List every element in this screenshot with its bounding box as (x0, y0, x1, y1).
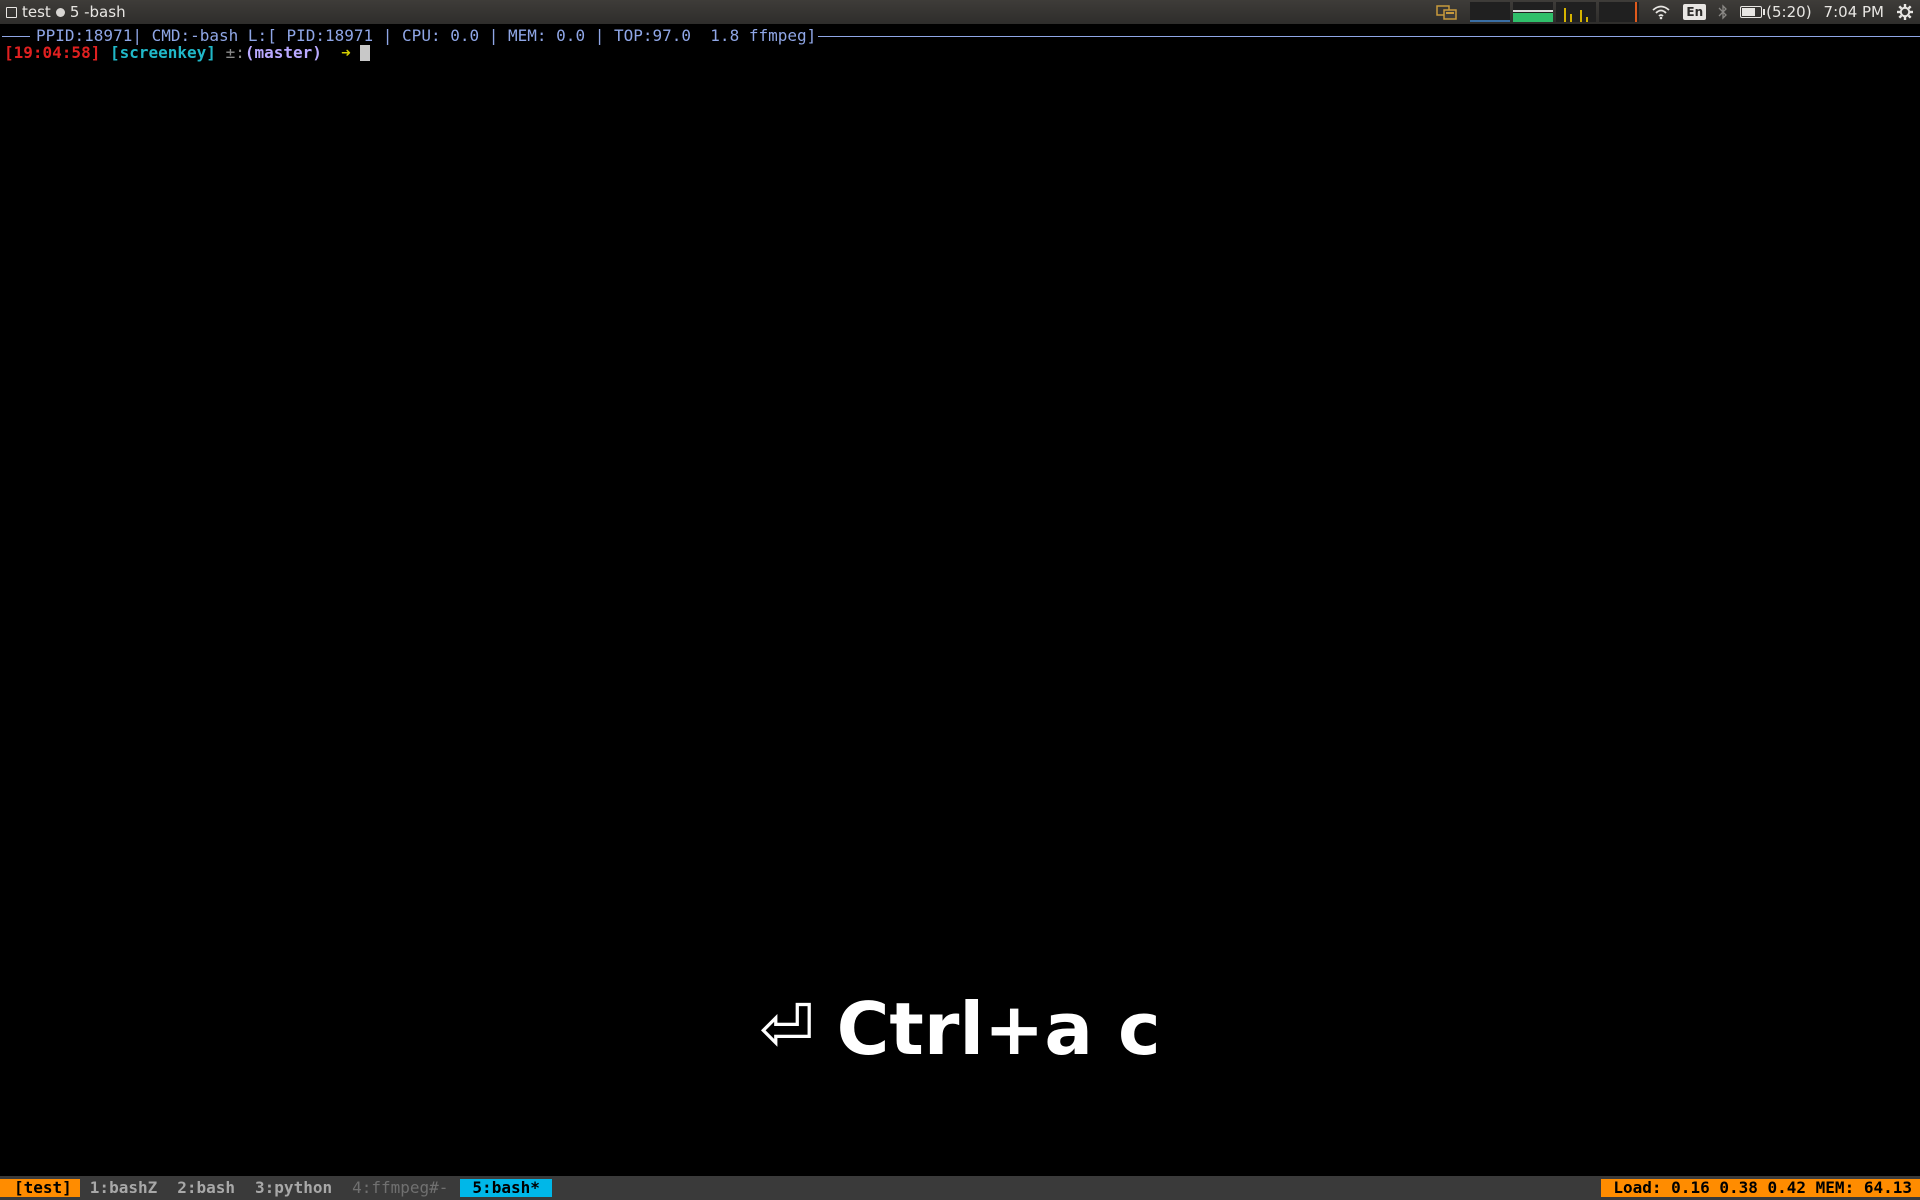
prompt-arrow-icon: ➜ (341, 43, 351, 62)
tmux-session[interactable]: [test] (0, 1179, 80, 1197)
clock-text: 7:04 PM (1823, 3, 1884, 21)
keyboard-language[interactable]: En (1677, 0, 1712, 24)
prompt-directory: [screenkey] (109, 43, 216, 62)
shell-prompt[interactable]: [19:04:58] [screenkey] ±: (master) ➜ (4, 43, 371, 62)
gear-icon (1897, 4, 1913, 20)
prompt-git-symbol: ±: (225, 43, 245, 62)
bluetooth-icon (1718, 4, 1728, 20)
wifi-indicator[interactable] (1645, 0, 1677, 24)
window-title: 5 -bash (69, 3, 126, 21)
language-badge: En (1683, 4, 1707, 20)
prompt-time: [19:04:58] (4, 43, 101, 62)
tmux-window-5-active[interactable]: 5:bash* (460, 1179, 552, 1197)
bluetooth-indicator[interactable] (1712, 0, 1734, 24)
screenkey-keys: Ctrl+a c (836, 987, 1161, 1071)
window-label: test (22, 3, 51, 21)
battery-icon (1740, 6, 1766, 18)
top-panel: test 5 -bash En (5:20) 7:04 PM (0, 0, 1920, 24)
circle-dot-icon (55, 7, 65, 17)
divider (2, 35, 30, 37)
divider (818, 35, 1920, 37)
battery-time: (5:20) (1766, 3, 1812, 21)
tmux-window-4[interactable]: 4:ffmpeg#- (342, 1179, 458, 1197)
session-menu[interactable] (1890, 0, 1920, 24)
terminal-pane[interactable]: PPID:18971| CMD:-bash L:[ PID:18971 | CP… (0, 24, 1920, 1176)
network-graph (1556, 2, 1597, 22)
window-square-icon (6, 6, 17, 18)
battery-indicator[interactable]: (5:20) (1734, 0, 1817, 24)
wifi-icon (1652, 5, 1670, 20)
workspace-icon (1436, 5, 1458, 20)
memory-graph (1513, 2, 1554, 22)
system-tray: En (5:20) 7:04 PM (1430, 0, 1920, 24)
tmux-window-3[interactable]: 3:python (245, 1179, 342, 1197)
workspace-switcher[interactable] (1430, 0, 1464, 24)
tmux-window-2[interactable]: 2:bash (167, 1179, 245, 1197)
system-monitor[interactable] (1464, 0, 1645, 24)
text-cursor (360, 45, 371, 61)
tmux-window-1[interactable]: 1:bashZ (80, 1179, 167, 1197)
screenkey-overlay: ⏎ Ctrl+a c (0, 964, 1920, 1094)
prompt-branch: (master) (244, 43, 322, 62)
window-title-area[interactable]: test 5 -bash (6, 3, 126, 21)
cpu-graph (1470, 2, 1511, 22)
clock[interactable]: 7:04 PM (1818, 0, 1890, 24)
tmux-status-bar: [test] 1:bashZ 2:bash 3:python 4:ffmpeg#… (0, 1176, 1920, 1200)
enter-key-icon: ⏎ (759, 990, 815, 1067)
load-graph (1599, 2, 1640, 22)
tmux-system-info: Load: 0.16 0.38 0.42 MEM: 64.13 (1601, 1179, 1920, 1197)
